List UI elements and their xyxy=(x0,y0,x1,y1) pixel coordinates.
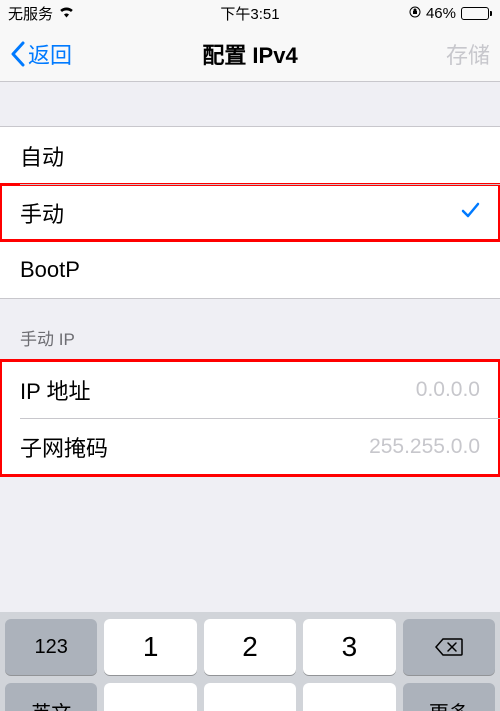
subnet-mask-label: 子网掩码 xyxy=(20,431,108,463)
manual-ip-group: IP 地址 0.0.0.0 子网掩码 255.255.0.0 xyxy=(0,360,500,476)
config-options: 自动 手动 BootP xyxy=(0,126,500,299)
option-manual[interactable]: 手动 xyxy=(0,184,500,241)
chevron-left-icon xyxy=(10,41,26,67)
option-label: 手动 xyxy=(20,197,64,229)
battery-pct: 46% xyxy=(426,5,456,22)
section-header-manual-ip: 手动 IP xyxy=(0,299,500,360)
carrier-label: 无服务 xyxy=(8,3,53,24)
nav-bar: 返回 配置 IPv4 存储 xyxy=(0,26,500,82)
save-button[interactable]: 存储 xyxy=(446,38,490,70)
wifi-icon xyxy=(58,5,75,22)
page-title: 配置 IPv4 xyxy=(202,38,297,70)
key-lang[interactable]: 英文 xyxy=(5,683,97,711)
key-6[interactable] xyxy=(303,683,395,711)
key-5[interactable] xyxy=(204,683,296,711)
clock: 下午3:51 xyxy=(220,3,279,24)
key-4[interactable] xyxy=(104,683,196,711)
ip-address-value: 0.0.0.0 xyxy=(416,378,480,402)
lock-icon xyxy=(409,5,421,22)
ip-address-row[interactable]: IP 地址 0.0.0.0 xyxy=(0,361,500,418)
ip-address-label: IP 地址 xyxy=(20,374,91,406)
key-more[interactable]: 更多 xyxy=(403,683,495,711)
subnet-mask-value: 255.255.0.0 xyxy=(369,435,480,459)
option-bootp[interactable]: BootP xyxy=(0,241,500,298)
key-123[interactable]: 123 xyxy=(5,619,97,675)
back-button[interactable]: 返回 xyxy=(10,38,72,70)
option-label: 自动 xyxy=(20,140,64,172)
key-3[interactable]: 3 xyxy=(303,619,395,675)
checkmark-icon xyxy=(460,200,480,226)
subnet-mask-row[interactable]: 子网掩码 255.255.0.0 xyxy=(0,418,500,475)
status-bar: 无服务 下午3:51 46% xyxy=(0,0,500,26)
key-1[interactable]: 1 xyxy=(104,619,196,675)
battery-icon xyxy=(461,7,492,20)
key-2[interactable]: 2 xyxy=(204,619,296,675)
keyboard: 123 1 2 3 英文 更多 xyxy=(0,612,500,711)
option-auto[interactable]: 自动 xyxy=(0,127,500,184)
key-backspace[interactable] xyxy=(403,619,495,675)
backspace-icon xyxy=(435,637,463,657)
option-label: BootP xyxy=(20,257,80,283)
back-label: 返回 xyxy=(28,38,72,70)
